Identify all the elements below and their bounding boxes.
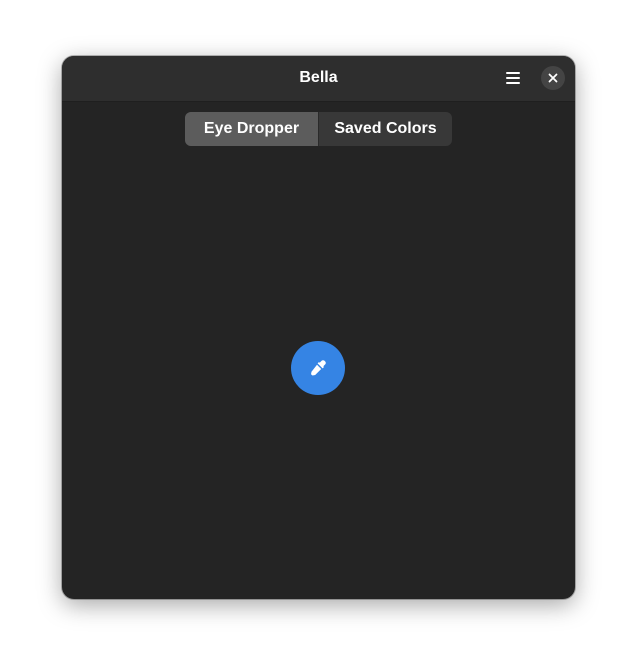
eyedropper-icon — [309, 359, 327, 377]
app-window: Bella Eye Dropper Saved Colors — [62, 56, 575, 599]
window-title: Bella — [299, 69, 338, 86]
hamburger-menu-icon — [505, 71, 521, 85]
header-bar: Bella — [62, 56, 575, 102]
main-menu-button[interactable] — [500, 65, 526, 91]
close-icon — [548, 73, 558, 83]
tab-eye-dropper[interactable]: Eye Dropper — [185, 112, 319, 146]
pick-color-button[interactable] — [291, 341, 345, 395]
close-button[interactable] — [541, 66, 565, 90]
view-switcher: Eye Dropper Saved Colors — [185, 112, 452, 146]
tab-saved-colors[interactable]: Saved Colors — [319, 112, 452, 146]
